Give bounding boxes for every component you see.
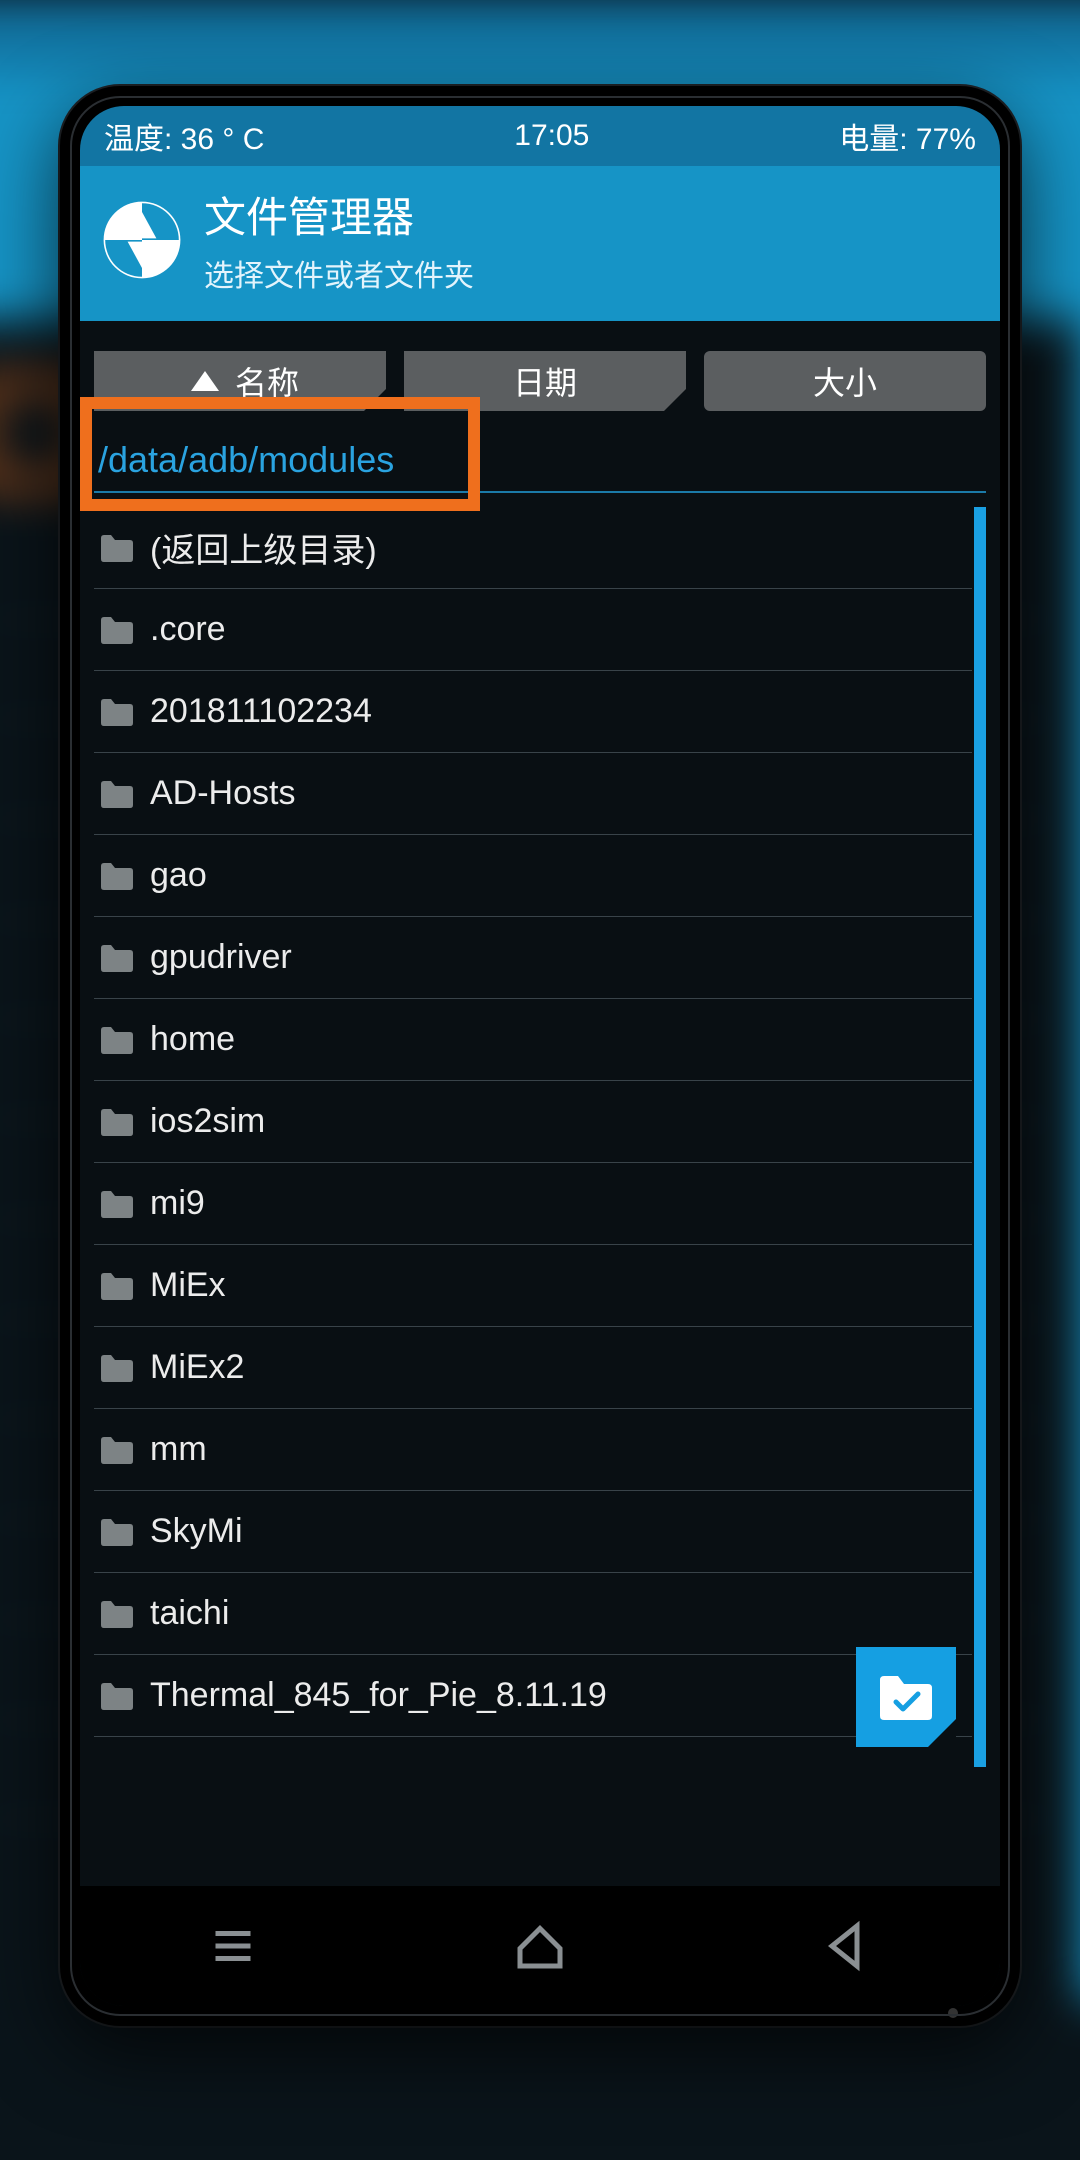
folder-row[interactable]: taichi bbox=[94, 1573, 972, 1655]
file-name: MiEx bbox=[150, 1266, 226, 1305]
folder-icon bbox=[100, 616, 134, 644]
folder-icon bbox=[100, 1354, 134, 1382]
nav-back-button[interactable] bbox=[817, 1916, 877, 1976]
menu-icon bbox=[203, 1916, 263, 1976]
folder-row[interactable]: .core bbox=[94, 589, 972, 671]
file-name: home bbox=[150, 1020, 235, 1059]
folder-row[interactable]: Thermal_845_for_Pie_8.11.19 bbox=[94, 1655, 972, 1737]
file-name: MiEx2 bbox=[150, 1348, 244, 1387]
folder-icon bbox=[100, 1190, 134, 1218]
twrp-logo-icon bbox=[102, 200, 182, 280]
folder-icon bbox=[100, 1600, 134, 1628]
nav-recent-button[interactable] bbox=[203, 1916, 263, 1976]
file-name: .core bbox=[150, 610, 226, 649]
folder-row[interactable]: 201811102234 bbox=[94, 671, 972, 753]
file-name: mm bbox=[150, 1430, 207, 1469]
folder-row[interactable]: AD-Hosts bbox=[94, 753, 972, 835]
folder-icon bbox=[100, 1108, 134, 1136]
home-icon bbox=[510, 1916, 570, 1976]
status-time: 17:05 bbox=[514, 119, 589, 153]
folder-row[interactable]: mm bbox=[94, 1409, 972, 1491]
folder-row[interactable]: ios2sim bbox=[94, 1081, 972, 1163]
sort-tab-name[interactable]: 名称 bbox=[94, 351, 386, 411]
folder-icon bbox=[100, 1682, 134, 1710]
folder-row[interactable]: mi9 bbox=[94, 1163, 972, 1245]
folder-row[interactable]: gpudriver bbox=[94, 917, 972, 999]
sort-tabs: 名称 日期 大小 bbox=[80, 321, 1000, 411]
folder-icon bbox=[100, 1518, 134, 1546]
sort-tab-date[interactable]: 日期 bbox=[404, 351, 686, 411]
sort-tab-size[interactable]: 大小 bbox=[704, 351, 986, 411]
file-name: AD-Hosts bbox=[150, 774, 295, 813]
status-bar: 温度: 36 ° C 17:05 电量: 77% bbox=[80, 106, 1000, 166]
file-name: (返回上级目录) bbox=[150, 523, 377, 572]
folder-icon bbox=[100, 862, 134, 890]
sort-asc-icon bbox=[191, 371, 219, 391]
file-name: gpudriver bbox=[150, 938, 292, 977]
folder-icon bbox=[100, 1436, 134, 1464]
nav-home-button[interactable] bbox=[510, 1916, 570, 1976]
folder-row[interactable]: MiEx2 bbox=[94, 1327, 972, 1409]
select-folder-button[interactable] bbox=[856, 1647, 956, 1747]
folder-icon bbox=[100, 780, 134, 808]
page-title: 文件管理器 bbox=[204, 184, 474, 245]
folder-icon bbox=[100, 1026, 134, 1054]
status-battery: 电量: 77% bbox=[839, 114, 976, 158]
folder-icon bbox=[100, 944, 134, 972]
phone-frame: 温度: 36 ° C 17:05 电量: 77% 文件管理器 选择文件或者文件夹… bbox=[60, 86, 1020, 2026]
sort-tab-label: 大小 bbox=[813, 358, 877, 404]
file-name: mi9 bbox=[150, 1184, 205, 1223]
parent-dir-row[interactable]: (返回上级目录) bbox=[94, 507, 972, 589]
status-temp: 温度: 36 ° C bbox=[104, 114, 264, 158]
path-input[interactable]: /data/adb/modules bbox=[94, 431, 986, 493]
file-name: gao bbox=[150, 856, 207, 895]
android-nav-bar bbox=[80, 1886, 1000, 2006]
folder-row[interactable]: gao bbox=[94, 835, 972, 917]
app-header: 文件管理器 选择文件或者文件夹 bbox=[80, 166, 1000, 321]
scrollbar[interactable] bbox=[974, 507, 986, 1767]
folder-row[interactable]: home bbox=[94, 999, 972, 1081]
file-list-container: (返回上级目录) .core 201811102234 AD-Hosts gao gpud… bbox=[94, 507, 986, 1807]
file-name: 201811102234 bbox=[150, 692, 372, 731]
folder-row[interactable]: MiEx bbox=[94, 1245, 972, 1327]
file-name: Thermal_845_for_Pie_8.11.19 bbox=[150, 1676, 607, 1715]
file-name: SkyMi bbox=[150, 1512, 243, 1551]
folder-check-icon bbox=[878, 1674, 934, 1720]
folder-row[interactable]: SkyMi bbox=[94, 1491, 972, 1573]
file-name: taichi bbox=[150, 1594, 229, 1633]
folder-icon bbox=[100, 534, 134, 562]
folder-icon bbox=[100, 698, 134, 726]
back-icon bbox=[817, 1916, 877, 1976]
folder-icon bbox=[100, 1272, 134, 1300]
sort-tab-label: 日期 bbox=[513, 358, 577, 404]
file-name: ios2sim bbox=[150, 1102, 265, 1141]
sort-tab-label: 名称 bbox=[235, 358, 299, 404]
screen: 温度: 36 ° C 17:05 电量: 77% 文件管理器 选择文件或者文件夹… bbox=[80, 106, 1000, 2006]
page-subtitle: 选择文件或者文件夹 bbox=[204, 251, 474, 295]
